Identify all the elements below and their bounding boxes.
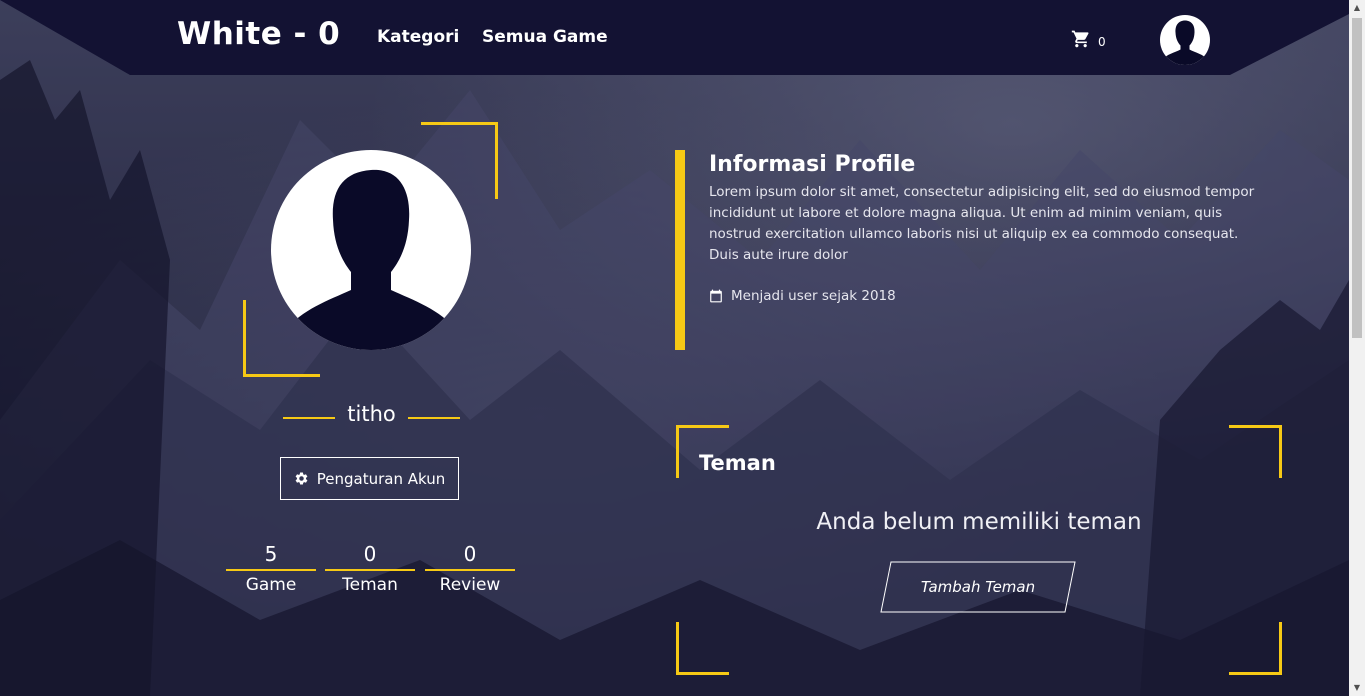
friends-title: Teman: [699, 451, 776, 475]
profile-avatar: [271, 150, 471, 350]
scroll-thumb[interactable]: [1352, 18, 1362, 338]
friends-empty-message: Anda belum memiliki teman: [816, 509, 1142, 535]
join-date-text: Menjadi user sejak 2018: [731, 288, 896, 304]
cart-count: 0: [1098, 35, 1106, 49]
username-block: titho: [283, 402, 460, 432]
add-friend-button[interactable]: Tambah Teman: [880, 561, 1076, 613]
stat-label: Game: [245, 575, 297, 595]
stat-underline: [325, 569, 415, 571]
friends-corner-bottom-right: [1229, 622, 1282, 675]
username: titho: [347, 402, 396, 426]
stat-game[interactable]: 5 Game: [226, 540, 316, 595]
brand-logo[interactable]: White - 0: [177, 16, 340, 52]
stat-underline: [425, 569, 515, 571]
account-settings-button[interactable]: Pengaturan Akun: [280, 457, 459, 500]
stat-label: Review: [439, 575, 501, 595]
page-scrollbar[interactable]: ▲ ▼: [1349, 0, 1365, 696]
info-description: Lorem ipsum dolor sit amet, consectetur …: [709, 184, 1255, 263]
stat-teman[interactable]: 0 Teman: [325, 540, 415, 595]
stat-value: 0: [463, 542, 477, 566]
friends-corner-top-right: [1229, 425, 1282, 478]
calendar-icon: [710, 289, 722, 303]
info-accent-bar: [675, 150, 685, 350]
join-date: Menjadi user sejak 2018: [709, 288, 896, 304]
user-silhouette-icon: [286, 169, 456, 350]
username-line-right: [408, 417, 460, 419]
gear-icon: [295, 472, 308, 485]
friends-corner-bottom-left: [676, 622, 729, 675]
nav-kategori[interactable]: Kategori: [377, 27, 459, 47]
top-navbar: White - 0 Kategori Semua Game 0: [0, 0, 1349, 75]
stat-underline: [226, 569, 316, 571]
user-avatar-icon[interactable]: [1160, 15, 1210, 65]
stat-value: 5: [264, 542, 278, 566]
stat-review[interactable]: 0 Review: [425, 540, 515, 595]
add-friend-label: Tambah Teman: [920, 578, 1036, 596]
stat-value: 0: [363, 542, 377, 566]
info-title: Informasi Profile: [709, 152, 916, 177]
scroll-up-arrow-icon[interactable]: ▲: [1349, 0, 1365, 16]
scroll-down-arrow-icon[interactable]: ▼: [1349, 680, 1365, 696]
nav-semua-game[interactable]: Semua Game: [482, 27, 608, 47]
stat-label: Teman: [342, 575, 398, 595]
account-settings-label: Pengaturan Akun: [316, 469, 446, 488]
